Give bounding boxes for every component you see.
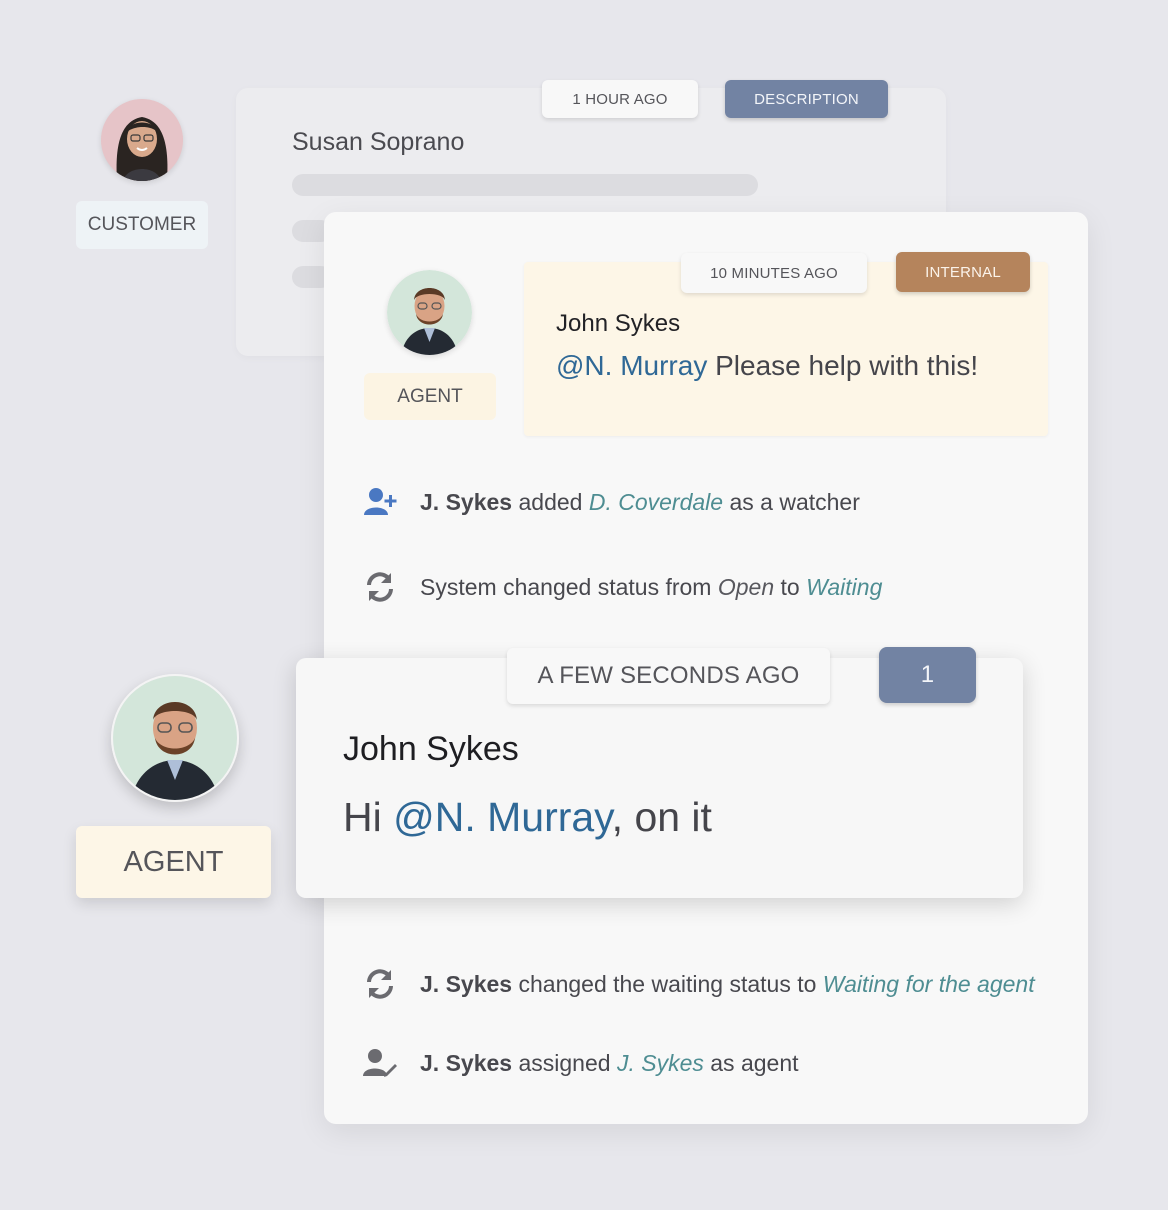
agent-avatar-large [111,674,239,802]
reply-text: , on it [611,794,712,840]
internal-time-label: 10 MINUTES AGO [710,264,838,282]
activity-actor[interactable]: J. Sykes [420,971,512,998]
activity-text: changed the waiting status to [512,970,823,997]
activity-text: as a watcher [723,488,860,515]
activity-assigned-agent: J. Sykes assigned J. Sykes as agent [362,1043,799,1083]
activity-to-status: Waiting [806,573,883,600]
internal-note-text: Please help with this! [707,350,979,381]
description-tag: DESCRIPTION [725,80,888,118]
reply-count-label: 1 [920,661,935,688]
refresh-icon [362,569,398,605]
assign-user-icon [362,1045,398,1081]
activity-text: as agent [703,1049,799,1076]
activity-actor[interactable]: J. Sykes [420,1050,512,1077]
internal-note-mention[interactable]: @N. Murray [556,350,707,381]
activity-target[interactable]: D. Coverdale [589,489,723,516]
reply-body: Hi @N. Murray, on it [343,794,712,841]
agent-badge-small: AGENT [364,373,496,420]
description-time-label: 1 HOUR AGO [572,90,668,108]
internal-note-body: @N. Murray Please help with this! [556,350,978,382]
activity-actor[interactable]: J. Sykes [420,489,512,516]
activity-from-status: Open [717,573,775,600]
activity-text: assigned [512,1049,617,1076]
description-tag-label: DESCRIPTION [754,90,859,108]
activity-text: to [774,573,807,600]
agent-badge-large: AGENT [76,826,271,898]
reply-time-tag: A FEW SECONDS AGO [507,648,830,704]
reply-time-label: A FEW SECONDS AGO [537,662,800,689]
customer-badge: CUSTOMER [76,201,208,249]
description-time-tag: 1 HOUR AGO [542,80,698,118]
reply-count-badge: 1 [879,647,976,703]
reply-mention[interactable]: @N. Murray [393,794,612,840]
skeleton-line [292,174,758,196]
internal-tag-label: INTERNAL [925,263,1001,281]
activity-target: Waiting for the agent [822,970,1035,997]
reply-greeting: Hi [343,794,394,840]
customer-name: Susan Soprano [292,128,465,156]
agent-badge-large-label: AGENT [123,845,224,878]
customer-avatar [101,99,183,181]
agent-avatar-small [387,270,472,355]
internal-time-tag: 10 MINUTES AGO [681,253,867,293]
activity-added-watcher: J. Sykes added D. Coverdale as a watcher [362,482,860,522]
agent-badge-small-label: AGENT [397,385,463,407]
activity-status-changed: System changed status from Open to Waiti… [362,567,882,607]
activity-text: added [512,488,589,515]
internal-note-author: John Sykes [556,310,681,337]
refresh-icon [362,966,398,1002]
activity-text: System changed status from [420,573,718,600]
customer-badge-label: CUSTOMER [87,214,197,235]
activity-waiting-status: J. Sykes changed the waiting status to W… [362,964,1035,1004]
activity-target[interactable]: J. Sykes [617,1050,704,1077]
reply-author: John Sykes [343,730,519,768]
internal-tag: INTERNAL [896,252,1030,292]
add-user-icon [362,484,398,520]
